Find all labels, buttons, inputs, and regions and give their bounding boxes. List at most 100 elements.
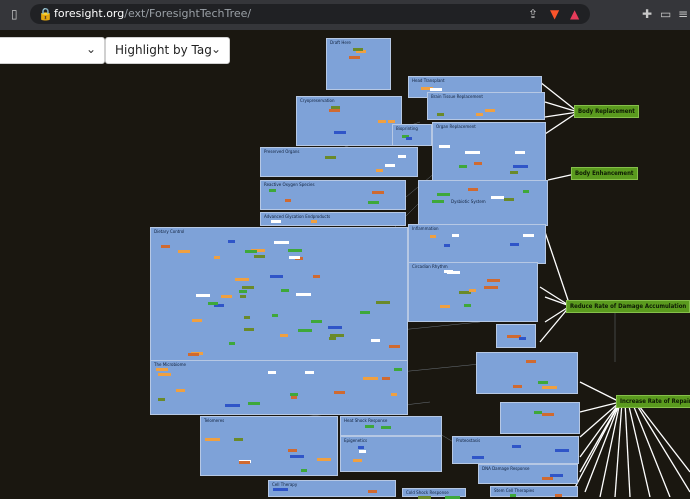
node-cold-shock-response[interactable]: Cold Shock Response [402, 488, 466, 499]
node-tag [437, 193, 450, 196]
node-tag [542, 477, 553, 480]
tech-tree-canvas[interactable]: Draft Here Head Transplant Brain Tissue … [0, 38, 690, 499]
node-tag [221, 295, 232, 298]
node-tag [288, 449, 297, 452]
node-tag [440, 305, 450, 308]
node-tag [158, 398, 165, 401]
node-tag [301, 469, 307, 472]
node-reactive-oxygen-species[interactable]: Reactive Oxygen Species [260, 180, 406, 210]
node-tag [368, 490, 377, 493]
node-tag [205, 438, 220, 441]
node-tag [285, 199, 291, 202]
node-tag [464, 304, 471, 307]
node-title: Telomeres [204, 418, 225, 423]
node-tag [331, 106, 340, 109]
node-epigenetics[interactable]: Epigenetics [340, 436, 442, 472]
node-preserved-organs[interactable]: Preserved Organs [260, 147, 418, 177]
node-tag [291, 396, 297, 399]
node-tag [353, 48, 363, 51]
node-circadian-link[interactable] [496, 324, 536, 348]
node-tag [305, 371, 314, 374]
node-tag [439, 145, 450, 148]
node-dna-damage-response[interactable]: DNA Damage Response [478, 464, 578, 484]
brave-shield-icon[interactable]: ▼ [550, 4, 559, 24]
sidebar-icon[interactable]: ▭ [660, 4, 671, 24]
goal-body-enhancement[interactable]: Body Enhancement [571, 167, 638, 180]
node-cell-therapy[interactable]: Cell Therapy [268, 480, 396, 497]
node-title: Cold Shock Response [406, 490, 449, 495]
node-tag [398, 155, 406, 158]
browser-toolbar: ▯ 🔒 foresight.org/ext/ForesightTechTree/… [0, 0, 690, 30]
node-tag [298, 329, 312, 332]
node-tag [523, 190, 529, 193]
node-title: Dietary Control [154, 229, 185, 234]
node-tag [269, 189, 276, 192]
node-telomeres[interactable]: Telomeres [200, 416, 338, 476]
address-bar[interactable]: 🔒 foresight.org/ext/ForesightTechTree/ ⇪… [30, 4, 590, 24]
node-advanced-glycation-endproducts[interactable]: Advanced Glycation Endproducts [260, 212, 406, 226]
node-title: Preserved Organs [264, 149, 300, 154]
node-title: Organ Replacement [436, 124, 476, 129]
node-title: Bioprinting [396, 126, 418, 131]
node-tag [468, 188, 478, 191]
node-repair-top[interactable] [500, 402, 580, 434]
node-circadian-rhythm[interactable]: Circadian Rhythm [408, 262, 538, 322]
node-tag [242, 286, 254, 289]
node-tag [311, 320, 322, 323]
node-tag [325, 156, 336, 159]
bookmark-icon[interactable]: ▯ [11, 4, 18, 24]
node-tag [245, 250, 257, 253]
node-inflammation[interactable]: Inflammation [408, 224, 546, 264]
node-tag [178, 250, 190, 253]
node-tag [437, 113, 444, 116]
node-tag [447, 271, 460, 274]
node-tag [288, 249, 302, 252]
goal-reduce-rate-of-damage-accumulation[interactable]: Reduce Rate of Damage Accumulation [566, 300, 690, 313]
node-tag [273, 488, 288, 491]
node-circadian-subgraph[interactable] [476, 352, 578, 394]
node-tag [196, 294, 210, 297]
node-tag [235, 278, 249, 281]
node-tag [476, 113, 483, 116]
goal-body-replacement[interactable]: Body Replacement [574, 105, 639, 118]
category-select[interactable]: ⌄ [0, 37, 105, 64]
node-tag [329, 337, 336, 340]
node-proteostasis[interactable]: Proteostasis [452, 436, 579, 464]
goal-increase-rate-of-repair[interactable]: Increase Rate of Repair [616, 395, 690, 408]
node-tag [228, 240, 235, 243]
node-tag [272, 314, 278, 317]
node-bioprinting[interactable]: Bioprinting [392, 124, 432, 146]
node-tag [406, 137, 412, 140]
node-tag [188, 353, 199, 356]
node-tag [271, 220, 281, 223]
node-draft-here[interactable]: Draft Here [326, 38, 391, 90]
node-tag [513, 385, 522, 388]
node-tag [459, 165, 467, 168]
node-tag [534, 411, 542, 414]
node-title: Draft Here [330, 40, 351, 45]
node-tag [555, 449, 569, 452]
menu-icon[interactable]: ≡ [678, 4, 688, 24]
node-cryopreservation[interactable]: Cryopreservation [296, 96, 402, 146]
node-tag [290, 455, 304, 458]
highlight-by-tag-select[interactable]: Highlight by Tag ⌄ [105, 37, 230, 64]
node-tag [274, 241, 289, 244]
node-tag [280, 334, 288, 337]
node-stem-cell-therapies[interactable]: Stem Cell Therapies [490, 486, 578, 497]
node-heat-shock-response[interactable]: Heat Shock Response [340, 416, 442, 436]
node-dysbiotic-system[interactable]: Dysbiotic System [418, 180, 548, 226]
extensions-icon[interactable]: ✚ [642, 4, 652, 24]
node-tag [513, 165, 528, 168]
node-tag [381, 426, 391, 429]
node-tag [313, 275, 320, 278]
node-the-microbiome[interactable]: The Microbiome [150, 360, 408, 415]
node-tag [515, 151, 525, 154]
node-organ-replacement[interactable]: Organ Replacement [432, 122, 546, 184]
node-title: Epigenetics [344, 438, 368, 443]
node-title: Head Transplant [412, 78, 445, 83]
node-brain-tissue-replacement[interactable]: Brain Tissue Replacement [427, 92, 545, 120]
node-tag [358, 446, 364, 449]
node-tag [334, 131, 346, 134]
brave-rewards-icon[interactable]: ▲ [570, 4, 579, 24]
share-icon[interactable]: ⇪ [528, 4, 538, 24]
